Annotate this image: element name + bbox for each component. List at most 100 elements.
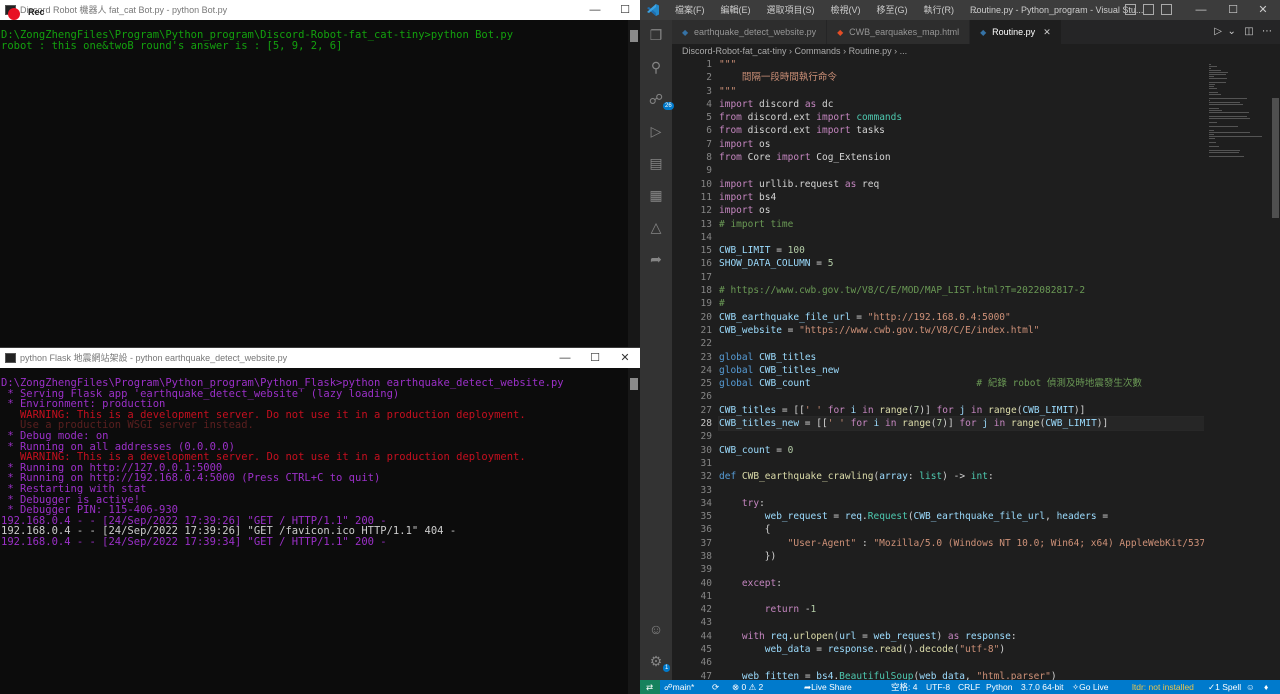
scrollbar[interactable]	[628, 20, 640, 347]
code-token: import	[719, 138, 754, 150]
account-icon[interactable]: ☺	[647, 622, 665, 640]
minimap-line	[1209, 116, 1248, 117]
scrollbar[interactable]	[628, 368, 640, 694]
encoding-status[interactable]: UTF-8	[926, 680, 950, 694]
file-type-icon: ◆	[980, 28, 987, 37]
problems-status[interactable]: ⊗ 0 ⚠ 2	[732, 680, 763, 694]
interpreter-status[interactable]: 3.7.0 64-bit	[1021, 680, 1064, 694]
layout-sidebar-icon[interactable]	[1161, 4, 1172, 15]
menu-item[interactable]: 執行(R)	[916, 0, 963, 20]
code-editor[interactable]: 1 2 3 4 5 6 7 8 9 10 11 12 13 14 15 16 17 18 19 20 21 22 23 24 2…	[672, 58, 1204, 680]
code-content[interactable]: """ 間隔一段時間執行命令 """ import discord as dc fro…	[718, 58, 1204, 680]
scrollbar-thumb[interactable]	[1272, 98, 1279, 218]
search-icon[interactable]: ⚲	[647, 60, 665, 78]
menu-item[interactable]: 檢視(V)	[823, 0, 869, 20]
code-line: CWB_LIMIT = 100	[719, 244, 1204, 257]
minimize-button[interactable]: —	[580, 0, 610, 20]
minimize-button[interactable]: —	[550, 348, 580, 368]
live-share-status[interactable]: ➦ Live Share	[804, 680, 852, 694]
code-token: {	[719, 524, 771, 536]
split-editor-icon[interactable]: ◫	[1244, 26, 1253, 37]
code-line: import urllib.request as req	[719, 178, 1204, 191]
editor-tab[interactable]: ◆ Routine.py ✕	[970, 20, 1062, 44]
maximize-button[interactable]: ☐	[580, 348, 610, 368]
minimap-line	[1209, 84, 1215, 85]
vscode-title-bar[interactable]: 檔案(F) 編輯(E) 選取項目(S) 檢視(V) 移至(G) 執行(R)... Rout…	[640, 0, 1280, 20]
branch-status[interactable]: ☍ main*	[664, 680, 694, 694]
testing-icon[interactable]: △	[647, 220, 665, 238]
accounts-status-icon[interactable]: ☺	[1246, 680, 1255, 694]
remote-indicator[interactable]: ⇄	[640, 680, 660, 694]
explorer-icon[interactable]: ❐	[647, 28, 665, 46]
editor-tab[interactable]: ◆ CWB_earquakes_map.html	[827, 20, 971, 44]
live-share-icon[interactable]: ➦	[647, 252, 665, 270]
editor-tab[interactable]: ◆ earthquake_detect_website.py	[672, 20, 828, 44]
notifications-bell-icon[interactable]: ♦	[1264, 680, 1268, 694]
maximize-button[interactable]: ☐	[1218, 0, 1248, 20]
minimap-line	[1209, 86, 1215, 87]
editor-scrollbar[interactable]	[1271, 58, 1280, 680]
menu-item[interactable]: 編輯(E)	[713, 0, 759, 20]
breadcrumb-item[interactable]: Commands	[795, 46, 841, 56]
code-token: =	[770, 444, 788, 456]
sync-status[interactable]: ⟳	[712, 680, 719, 694]
code-token: :	[1010, 630, 1017, 642]
breadcrumb-item[interactable]: Discord-Robot-fat_cat-tiny	[682, 46, 787, 56]
line-number: 34	[700, 497, 712, 509]
minimap-line	[1209, 68, 1211, 69]
terminal-title-bar[interactable]: Discord Robot 機器人 fat_cat Bot.py - pytho…	[0, 0, 640, 20]
menu-item[interactable]: 檔案(F)	[667, 0, 713, 20]
code-token: CWB_LIMIT	[1022, 404, 1074, 416]
menu-item[interactable]: 移至(G)	[869, 0, 916, 20]
eol-status[interactable]: CRLF	[958, 680, 980, 694]
settings-gear-icon[interactable]: ⚙ 1	[647, 654, 671, 672]
run-options-icon[interactable]: ⌄	[1227, 26, 1235, 37]
code-token: from	[719, 125, 742, 137]
code-token: CWB_titles_new	[719, 418, 800, 430]
terminal-output[interactable]: D:\ZongZhengFiles\Program\Python_program…	[0, 368, 626, 694]
code-token: dc	[816, 98, 834, 110]
line-number-gutter: 1 2 3 4 5 6 7 8 9 10 11 12 13 14 15 16 17 18 19 20 21 22 23 24 2…	[672, 58, 712, 680]
terminal-title-bar[interactable]: python Flask 地震網站架設 - python earthquake_…	[0, 348, 640, 368]
extensions-icon[interactable]: ▦	[647, 188, 665, 206]
minimap[interactable]	[1205, 58, 1271, 680]
run-file-icon[interactable]: ▷	[1214, 26, 1222, 37]
tab-close-icon[interactable]: ✕	[1043, 27, 1051, 37]
scrollbar-thumb[interactable]	[630, 378, 638, 390]
code-line: CWB_count = 0	[719, 444, 1204, 457]
notice-status[interactable]: ltdr: not installed	[1132, 680, 1194, 694]
code-token: range	[988, 404, 1017, 416]
language-status[interactable]: Python	[986, 680, 1012, 694]
remote-explorer-icon[interactable]: ▤	[647, 156, 665, 174]
tab-label: CWB_earquakes_map.html	[849, 27, 960, 37]
code-line: except:	[719, 577, 1204, 590]
layout-panel-icon[interactable]	[1143, 4, 1154, 15]
minimap-line	[1209, 102, 1240, 103]
scrollbar-thumb[interactable]	[630, 30, 638, 42]
vscode-window[interactable]: 檔案(F) 編輯(E) 選取項目(S) 檢視(V) 移至(G) 執行(R)... Rout…	[640, 0, 1280, 694]
terminal-window-bot[interactable]: Discord Robot 機器人 fat_cat Bot.py - pytho…	[0, 0, 640, 347]
minimap-line	[1209, 98, 1248, 99]
minimap-line	[1209, 136, 1262, 137]
go-live-status[interactable]: ✧ Go Live	[1072, 680, 1108, 694]
terminal-output[interactable]: D:\ZongZhengFiles\Program\Python_program…	[0, 20, 626, 347]
run-debug-icon[interactable]: ▷	[647, 124, 665, 142]
layout-toggle-icon[interactable]	[1125, 4, 1136, 15]
file-type-icon: ◆	[837, 28, 844, 37]
indentation-status[interactable]: 空格: 4	[891, 680, 917, 694]
source-control-icon[interactable]: ☍ 26	[647, 92, 674, 110]
code-token: global	[719, 378, 754, 390]
more-actions-icon[interactable]: ⋯	[1262, 26, 1272, 37]
maximize-button[interactable]: ☐	[610, 0, 640, 20]
close-button[interactable]: ✕	[1248, 0, 1278, 20]
menu-item[interactable]: 選取項目(S)	[759, 0, 823, 20]
close-button[interactable]: ✕	[610, 348, 640, 368]
breadcrumb-item[interactable]: Routine.py	[849, 46, 892, 56]
code-token: ,	[1045, 511, 1057, 523]
spell-status[interactable]: ✓ 1 Spell	[1208, 680, 1241, 694]
minimap-line	[1209, 72, 1229, 73]
minimize-button[interactable]: —	[1186, 0, 1216, 20]
terminal-window-flask[interactable]: python Flask 地震網站架設 - python earthquake_…	[0, 347, 640, 694]
breadcrumb-item[interactable]: ...	[900, 46, 908, 56]
minimap-line	[1209, 94, 1221, 95]
